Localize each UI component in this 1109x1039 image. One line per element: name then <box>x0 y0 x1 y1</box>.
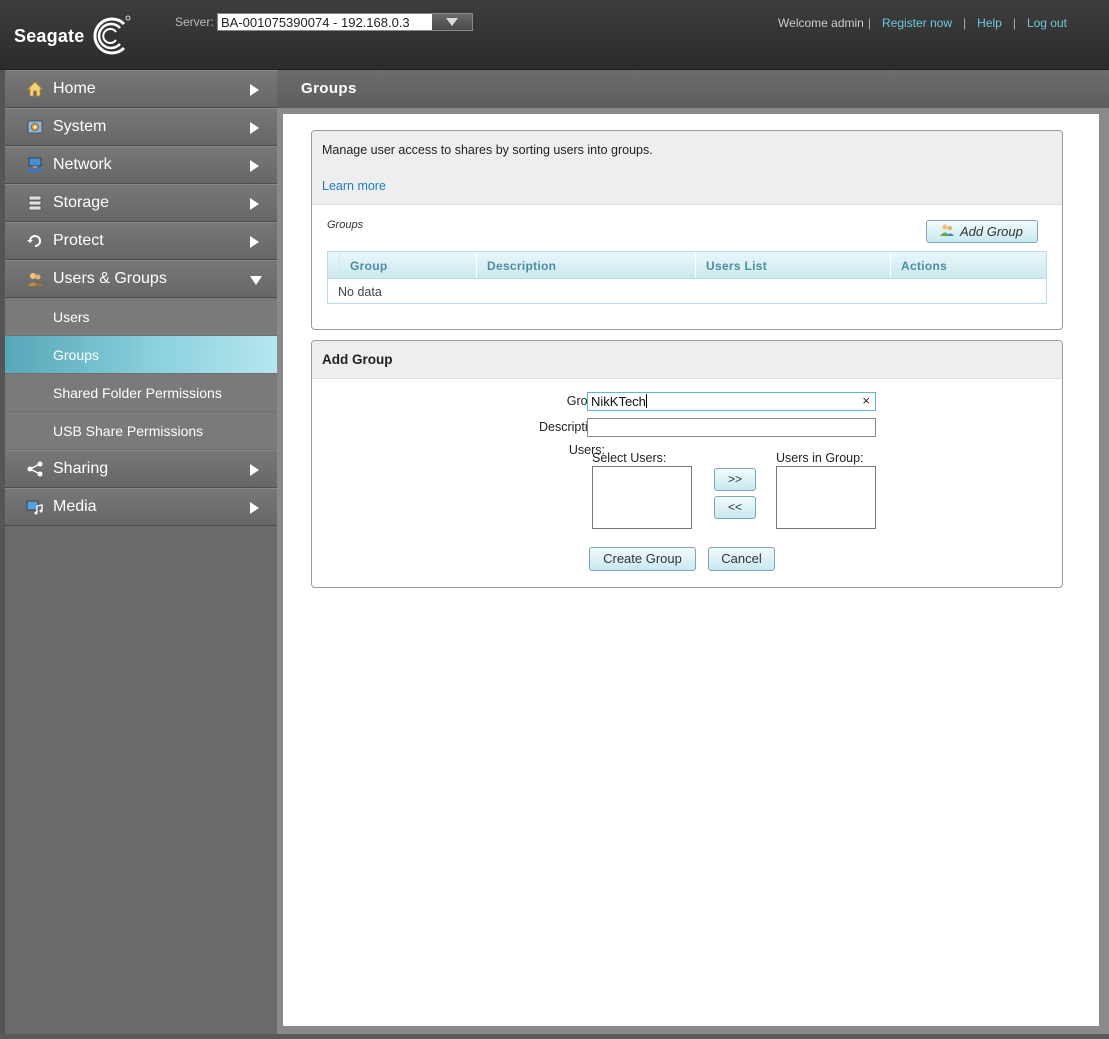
sidebar-item-storage[interactable]: Storage <box>5 184 277 222</box>
server-select[interactable]: BA-001075390074 - 192.168.0.3 <box>217 13 473 31</box>
column-header-users-list[interactable]: Users List <box>696 252 891 278</box>
add-group-panel: Add Group Group: NikKTech × Description:… <box>311 340 1063 588</box>
group-name-input[interactable]: NikKTech × <box>587 392 876 411</box>
sidebar: Home System Network Storage Protect User <box>5 70 277 1034</box>
add-group-title: Add Group <box>312 341 1062 379</box>
groups-intro-text: Manage user access to shares by sorting … <box>322 143 653 157</box>
column-header-actions[interactable]: Actions <box>891 252 1046 278</box>
chevron-down-icon <box>250 276 262 285</box>
sidebar-item-network[interactable]: Network <box>5 146 277 184</box>
groups-table-empty: No data <box>338 285 382 299</box>
add-users-icon <box>939 222 955 241</box>
logo-text: Seagate <box>14 25 85 46</box>
server-select-value: BA-001075390074 - 192.168.0.3 <box>221 15 410 30</box>
log-out-link[interactable]: Log out <box>1027 16 1067 30</box>
network-icon <box>25 155 45 175</box>
clear-icon[interactable]: × <box>862 393 870 408</box>
sidebar-item-protect[interactable]: Protect <box>5 222 277 260</box>
top-links: Welcome admin | Register now | Help | Lo… <box>778 16 1067 30</box>
add-group-button[interactable]: Add Group <box>926 220 1038 243</box>
sidebar-item-label: Storage <box>53 194 110 211</box>
sidebar-item-label: Sharing <box>53 460 109 477</box>
chevron-right-icon <box>250 84 259 96</box>
sidebar-subitem-shared-folder-permissions[interactable]: Shared Folder Permissions <box>5 374 277 412</box>
users-in-group-list[interactable] <box>776 466 876 529</box>
select-users-list[interactable] <box>592 466 692 529</box>
chevron-right-icon <box>250 198 259 210</box>
users-icon <box>25 269 45 289</box>
sidebar-subitem-groups[interactable]: Groups <box>5 336 277 374</box>
add-to-group-button[interactable]: >> <box>714 468 756 491</box>
register-now-link[interactable]: Register now <box>882 16 952 30</box>
chevron-right-icon <box>250 236 259 248</box>
sidebar-item-media[interactable]: Media <box>5 488 277 526</box>
groups-table-label: Groups <box>327 219 364 231</box>
sidebar-subitem-users[interactable]: Users <box>5 298 277 336</box>
users-label: Users: <box>568 443 605 457</box>
learn-more-link[interactable]: Learn more <box>322 179 386 193</box>
sidebar-item-label: Media <box>53 498 97 515</box>
chevron-right-icon <box>250 160 259 172</box>
sidebar-item-label: Network <box>53 156 112 173</box>
remove-from-group-button[interactable]: << <box>714 496 756 519</box>
sidebar-item-label: Protect <box>53 232 104 249</box>
groups-intro: Manage user access to shares by sorting … <box>312 131 1062 205</box>
seagate-logo[interactable]: Seagate <box>14 14 132 58</box>
description-label: Description: <box>539 420 605 434</box>
share-icon <box>25 459 45 479</box>
sidebar-subitem-usb-share-permissions[interactable]: USB Share Permissions <box>5 412 277 450</box>
sidebar-item-users-groups[interactable]: Users & Groups <box>5 260 277 298</box>
main-content: Manage user access to shares by sorting … <box>283 114 1099 1026</box>
seagate-swirl-icon <box>93 15 131 55</box>
column-header-group[interactable]: Group <box>340 252 477 278</box>
gear-icon <box>25 117 45 137</box>
group-name-value: NikKTech <box>591 394 646 409</box>
page-title-bar: Groups <box>277 70 1109 108</box>
chevron-down-icon[interactable] <box>432 14 472 30</box>
top-header: Seagate Server: BA-001075390074 - 192.16… <box>0 0 1109 70</box>
chevron-right-icon <box>250 502 259 514</box>
server-label: Server: <box>175 15 214 29</box>
groups-table: Group Description Users List Actions No … <box>327 251 1047 304</box>
sidebar-item-home[interactable]: Home <box>5 70 277 108</box>
sidebar-item-sharing[interactable]: Sharing <box>5 450 277 488</box>
sidebar-item-label: Home <box>53 80 96 97</box>
chevron-right-icon <box>250 464 259 476</box>
sidebar-item-label: Users & Groups <box>53 270 167 287</box>
restore-icon <box>25 231 45 251</box>
create-group-button[interactable]: Create Group <box>589 547 696 571</box>
groups-table-header: Group Description Users List Actions <box>328 252 1046 279</box>
media-icon <box>25 497 45 517</box>
groups-panel: Manage user access to shares by sorting … <box>311 130 1063 330</box>
column-header-description[interactable]: Description <box>477 252 696 278</box>
welcome-text: Welcome admin <box>778 16 864 30</box>
cancel-button[interactable]: Cancel <box>708 547 775 571</box>
bottom-bar <box>0 1034 1109 1039</box>
sidebar-item-label: System <box>53 118 107 135</box>
sidebar-item-system[interactable]: System <box>5 108 277 146</box>
description-input[interactable] <box>587 418 876 437</box>
select-users-label: Select Users: <box>592 451 667 465</box>
add-group-button-label: Add Group <box>960 224 1023 239</box>
page-title: Groups <box>301 80 357 97</box>
users-in-group-label: Users in Group: <box>776 451 864 465</box>
help-link[interactable]: Help <box>977 16 1002 30</box>
home-icon <box>25 79 45 99</box>
database-icon <box>25 193 45 213</box>
chevron-right-icon <box>250 122 259 134</box>
